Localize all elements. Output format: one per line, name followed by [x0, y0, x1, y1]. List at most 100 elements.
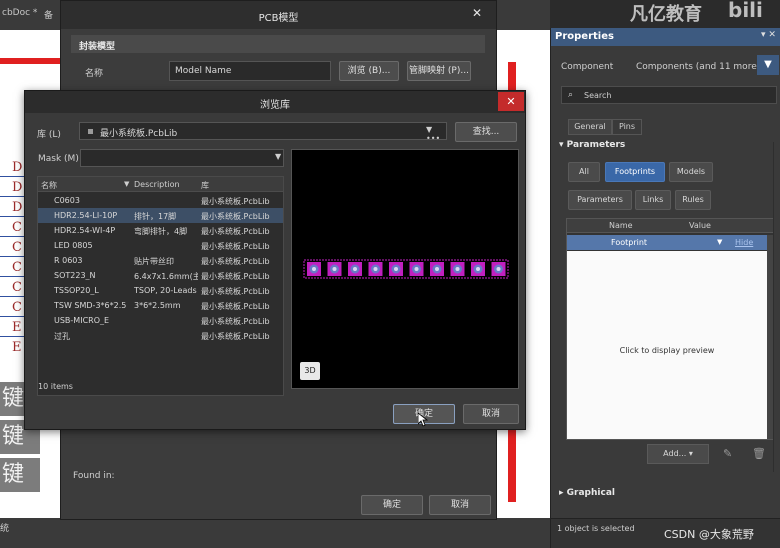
footprint-row[interactable]: Footprint ▼ Hide — [567, 235, 767, 250]
table-row[interactable]: R 0603 贴片带丝印 最小系统板.PcbLib — [38, 253, 283, 268]
document-tab[interactable]: cbDoc * — [2, 8, 37, 18]
table-row[interactable]: LED 0805 最小系统板.PcbLib — [38, 238, 283, 253]
model-name-field[interactable] — [169, 61, 331, 81]
row-name: HDR2.54-LI-10P — [54, 211, 118, 220]
schematic-pin-letter: D — [12, 180, 23, 195]
graphical-section-toggle[interactable]: ▸ Graphical — [559, 488, 615, 498]
library-select[interactable]: 最小系统板.PcbLib ▼ ••• — [79, 122, 447, 143]
pad-drill — [312, 267, 316, 271]
footprint-preview[interactable]: 3D — [291, 149, 519, 389]
add-button[interactable]: Add... ▾ — [647, 444, 709, 464]
row-library: 最小系统板.PcbLib — [201, 197, 270, 206]
chevron-down-icon[interactable]: ▼ — [275, 152, 281, 161]
pad-group — [307, 262, 506, 276]
table-row[interactable]: USB-MICRO_E 最小系统板.PcbLib — [38, 313, 283, 328]
preview-hint: Click to display preview — [619, 346, 715, 355]
pad-drill — [476, 267, 480, 271]
row-library: 最小系统板.PcbLib — [201, 257, 270, 266]
pad-drill — [394, 267, 398, 271]
section-title: Graphical — [566, 488, 615, 498]
table-row[interactable]: TSW SMD-3*6*2.5 3*6*2.5mm 最小系统板.PcbLib — [38, 298, 283, 313]
main-status-bar — [0, 518, 550, 548]
filter-all-button[interactable]: All — [568, 162, 600, 182]
filter-models-button[interactable]: Models — [669, 162, 713, 182]
row-library: 最小系统板.PcbLib — [201, 287, 270, 296]
section-header: 封装模型 — [71, 35, 485, 53]
table-row[interactable]: HDR2.54-WI-4P 弯脚排针，4脚 最小系统板.PcbLib — [38, 223, 283, 238]
parameter-table: Name Value Footprint ▼ Hide Click to dis… — [566, 218, 775, 440]
dialog-title: PCB模型 — [258, 13, 299, 24]
chevron-down-icon: ▼ ••• — [426, 125, 441, 143]
panel-header[interactable]: Properties ▾ ✕ — [551, 28, 780, 46]
search-input[interactable]: ⌕ Search — [561, 86, 777, 104]
filter-links-button[interactable]: Links — [635, 190, 671, 210]
watermark-csdn: CSDN @大象荒野 — [664, 528, 754, 541]
pin-icon[interactable]: ▾ ✕ — [761, 30, 776, 40]
mask-label: Mask (M) — [38, 154, 79, 164]
pad-drill — [496, 267, 501, 271]
table-row[interactable]: C0603 最小系统板.PcbLib — [38, 193, 283, 208]
browse-button[interactable]: 浏览 (B)... — [339, 61, 399, 81]
row-name: SOT223_N — [54, 271, 96, 280]
row-name: C0603 — [54, 196, 80, 205]
parameters-section-toggle[interactable]: ▾ Parameters — [559, 140, 625, 150]
delete-icon[interactable]: 🗑 — [752, 447, 766, 460]
table-row[interactable]: TSSOP20_L TSOP, 20-Leads 最小系统板.PcbLib — [38, 283, 283, 298]
dialog-title: 浏览库 — [260, 100, 290, 111]
dialog-titlebar[interactable]: PCB模型 ✕ — [61, 1, 496, 29]
schematic-pin-letter: C — [12, 300, 22, 315]
pad-drill — [414, 267, 419, 271]
scrollbar[interactable] — [773, 142, 780, 472]
close-icon[interactable]: ✕ — [467, 6, 487, 24]
table-row-selected[interactable]: HDR2.54-LI-10P 排针，17脚 最小系统板.PcbLib — [38, 208, 283, 223]
row-name: 过孔 — [54, 332, 70, 341]
column-header-name[interactable]: 名称 — [41, 180, 57, 191]
chevron-down-icon[interactable]: ▼ — [717, 238, 722, 246]
cancel-button[interactable]: 取消 — [463, 404, 519, 424]
tab-general[interactable]: General — [568, 119, 612, 135]
dialog-titlebar[interactable]: 浏览库 ✕ — [25, 91, 525, 113]
cancel-button[interactable]: 取消 — [429, 495, 491, 515]
table-row[interactable]: 过孔 最小系统板.PcbLib — [38, 328, 283, 343]
edit-icon[interactable]: ✎ — [723, 447, 732, 460]
search-icon: ⌕ — [568, 90, 574, 100]
schematic-pin-letter: C — [12, 280, 22, 295]
bottom-panel-label[interactable]: 统 — [0, 521, 9, 534]
footprint-drawing — [303, 259, 509, 279]
overlay-caption: 键 — [0, 458, 40, 492]
column-header-library[interactable]: 库 — [201, 180, 209, 191]
column-header-name[interactable]: Name — [609, 221, 633, 230]
filter-footprints-button[interactable]: Footprints — [605, 162, 665, 182]
pad-drill — [373, 267, 378, 271]
row-library: 最小系统板.PcbLib — [201, 272, 270, 281]
row-description: 贴片带丝印 — [134, 257, 174, 266]
watermark-brand: 凡亿教育 — [630, 4, 702, 25]
schematic-wire-red — [0, 58, 62, 64]
table-row[interactable]: SOT223_N 6.4x7x1.6mm(主 最小系统板.PcbLib — [38, 268, 283, 283]
schematic-pin-letter: C — [12, 220, 22, 235]
find-button[interactable]: 查找... — [455, 122, 517, 142]
close-icon[interactable]: ✕ — [498, 92, 524, 111]
pad-drill — [332, 267, 337, 271]
mask-input[interactable] — [80, 149, 284, 167]
row-name: Footprint — [611, 238, 648, 247]
pin-map-button[interactable]: 管脚映射 (P)... — [407, 61, 471, 81]
hide-link[interactable]: Hide — [735, 238, 753, 247]
filter-parameters-button[interactable]: Parameters — [568, 190, 632, 210]
row-description: 6.4x7x1.6mm(主 — [134, 272, 198, 281]
footprint-preview-area[interactable]: Click to display preview — [567, 251, 767, 439]
footprint-table[interactable]: 名称 ▼ Description 库 C0603 最小系统板.PcbLib HD… — [37, 176, 284, 396]
tab-pins[interactable]: Pins — [612, 119, 642, 135]
document-tab-2[interactable]: 备 — [44, 8, 53, 21]
ok-button[interactable]: 确定 — [361, 495, 423, 515]
column-header-value[interactable]: Value — [689, 221, 711, 230]
filter-icon[interactable]: ▼ — [757, 55, 779, 75]
row-name: LED 0805 — [54, 241, 93, 250]
pad-drill — [435, 267, 439, 271]
library-icon — [88, 129, 93, 134]
found-in-label: Found in: — [73, 471, 115, 481]
3d-view-button[interactable]: 3D — [300, 362, 320, 380]
column-header-description[interactable]: Description — [134, 180, 180, 189]
filter-rules-button[interactable]: Rules — [675, 190, 711, 210]
table-header: Name Value — [567, 219, 774, 233]
